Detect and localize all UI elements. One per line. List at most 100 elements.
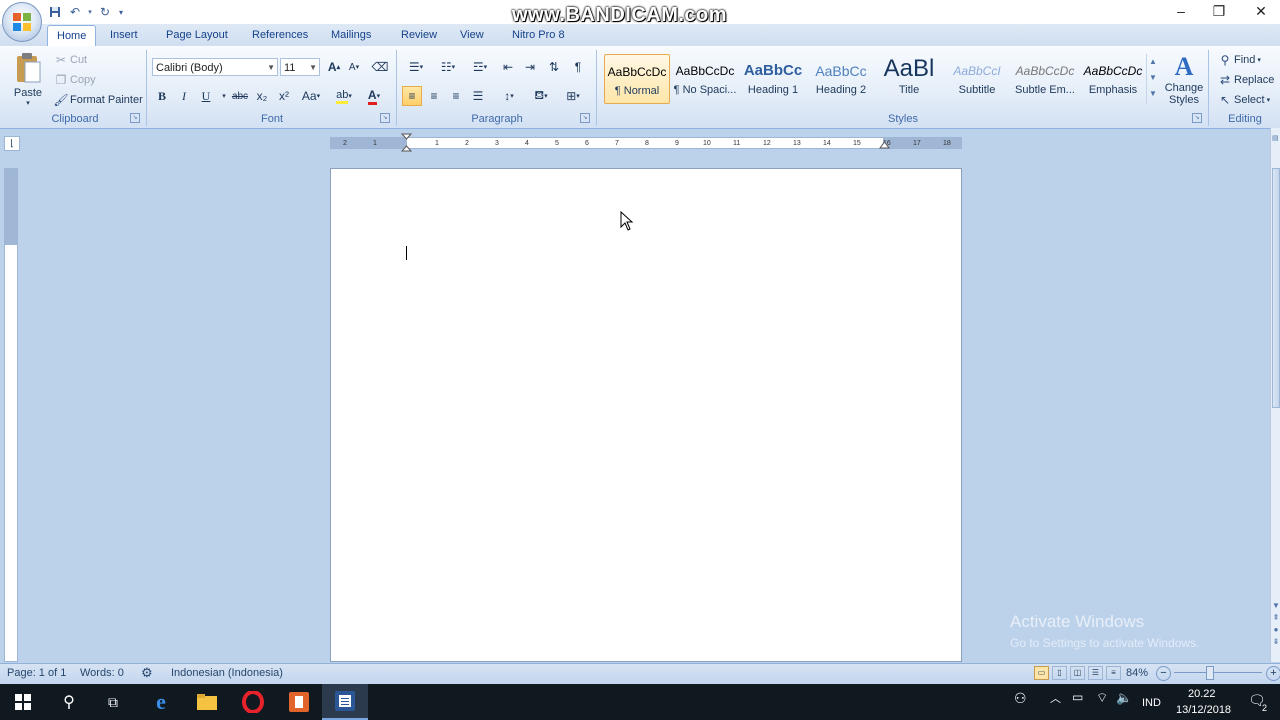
save-icon[interactable] [46, 4, 64, 20]
style-emphasis[interactable]: AaBbCcDc Emphasis [1080, 54, 1146, 104]
chevron-down-icon[interactable]: ▼ [1147, 70, 1159, 86]
people-icon[interactable]: ⚇ [1014, 690, 1027, 707]
select-button[interactable]: ↖ Select ▾ [1216, 90, 1270, 110]
clear-formatting-button[interactable]: ⌫ [370, 57, 390, 77]
font-size-combo[interactable]: 11 ▼ [280, 58, 320, 76]
tab-mailings[interactable]: Mailings [322, 25, 380, 45]
vertical-ruler[interactable] [4, 168, 18, 662]
tab-nitro-pro[interactable]: Nitro Pro 8 [503, 25, 574, 45]
borders-button[interactable]: ⊞ ▾ [560, 86, 586, 106]
horizontal-ruler[interactable]: 2 1 1 2 3 4 5 6 7 8 9 10 11 12 13 14 15 … [330, 137, 962, 149]
undo-icon[interactable]: ↶ [66, 4, 84, 20]
tab-insert[interactable]: Insert [101, 25, 147, 45]
tab-home[interactable]: Home [47, 25, 97, 46]
word-button[interactable] [322, 684, 368, 720]
justify-button[interactable]: ☰ [468, 86, 488, 106]
zoom-slider[interactable] [1174, 672, 1262, 673]
zoom-slider-thumb[interactable] [1206, 666, 1214, 680]
search-button[interactable]: ⚲ [46, 684, 92, 720]
multilevel-list-button[interactable]: ☲ ▾ [466, 57, 494, 77]
word-count[interactable]: Words: 0 [80, 667, 124, 679]
start-button[interactable] [0, 684, 46, 720]
clipboard-launcher-icon[interactable]: ↘ [130, 113, 140, 123]
numbering-button[interactable]: ☷ ▾ [434, 57, 462, 77]
tab-references[interactable]: References [243, 25, 317, 45]
close-button[interactable]: ✕ [1238, 0, 1280, 22]
change-case-button[interactable]: Aa ▾ [298, 86, 324, 106]
language-indicator[interactable]: Indonesian (Indonesia) [171, 667, 283, 679]
full-screen-reading-icon[interactable]: ▯ [1052, 666, 1067, 680]
customize-qat-icon[interactable]: ▾ [116, 4, 126, 20]
scroll-down-icon[interactable]: ▼ [1271, 600, 1280, 612]
tab-selector[interactable]: ⌊ [4, 136, 20, 151]
styles-gallery-scroll[interactable]: ▲ ▼ ▼ [1146, 54, 1159, 104]
align-right-button[interactable]: ≡ [446, 86, 466, 106]
powerpoint-button[interactable] [276, 684, 322, 720]
clock-date[interactable]: 13/12/2018 [1176, 704, 1231, 716]
format-painter-button[interactable]: 🖌 Format Painter [52, 90, 142, 110]
input-language[interactable]: IND [1142, 697, 1161, 709]
page-count[interactable]: Page: 1 of 1 [7, 667, 66, 679]
office-button[interactable] [2, 2, 42, 42]
print-layout-icon[interactable]: ▭ [1034, 666, 1049, 680]
replace-button[interactable]: ⇄ Replace [1216, 70, 1274, 90]
align-left-button[interactable]: ≡ [402, 86, 422, 106]
style-title[interactable]: AaBl Title [876, 54, 942, 104]
shading-button[interactable]: ⛾ ▾ [528, 86, 554, 106]
previous-page-icon[interactable]: ⇞ [1271, 612, 1280, 624]
bullets-button[interactable]: ☰ ▾ [402, 57, 430, 77]
network-icon[interactable]: ⌔ [1096, 690, 1108, 706]
volume-icon[interactable]: 🔈 [1116, 690, 1132, 706]
paste-dropdown-icon[interactable]: ▾ [8, 99, 48, 107]
font-color-button[interactable]: A ▾ [360, 86, 388, 106]
battery-icon[interactable]: ▭ [1072, 690, 1083, 704]
restore-button[interactable]: ❐ [1196, 0, 1242, 22]
show-hidden-icons[interactable]: ︿ [1050, 690, 1061, 706]
right-indent-marker-icon[interactable] [879, 140, 890, 152]
strikethrough-button[interactable]: abc [230, 86, 250, 106]
draft-icon[interactable]: ≡ [1106, 666, 1121, 680]
tab-page-layout[interactable]: Page Layout [157, 25, 237, 45]
select-browse-object-icon[interactable]: ● [1271, 624, 1280, 636]
style-no-spacing[interactable]: AaBbCcDc ¶ No Spaci... [672, 54, 738, 104]
cut-button[interactable]: ✂ Cut [52, 50, 87, 70]
sort-button[interactable]: ⇅ [544, 57, 564, 77]
copy-button[interactable]: ❐ Copy [52, 70, 96, 90]
style-heading-2[interactable]: AaBbCc Heading 2 [808, 54, 874, 104]
view-ruler-icon[interactable]: ▤ [1272, 134, 1280, 144]
zoom-out-icon[interactable]: − [1156, 666, 1171, 681]
more-styles-icon[interactable]: ▼ [1147, 86, 1159, 102]
tab-review[interactable]: Review [392, 25, 446, 45]
zoom-level[interactable]: 84% [1126, 667, 1148, 679]
web-layout-icon[interactable]: ◫ [1070, 666, 1085, 680]
font-name-combo[interactable]: Calibri (Body) ▼ [152, 58, 278, 76]
clock-time[interactable]: 20.22 [1188, 688, 1216, 700]
style-heading-1[interactable]: AaBbCc Heading 1 [740, 54, 806, 104]
zoom-in-icon[interactable]: + [1266, 666, 1280, 681]
font-launcher-icon[interactable]: ↘ [380, 113, 390, 123]
style-normal[interactable]: AaBbCcDc ¶ Normal [604, 54, 670, 104]
line-spacing-button[interactable]: ↕ ▾ [496, 86, 522, 106]
subscript-button[interactable]: x₂ [252, 86, 272, 106]
undo-dropdown-icon[interactable]: ▾ [86, 4, 94, 20]
next-page-icon[interactable]: ⇟ [1271, 636, 1280, 648]
superscript-button[interactable]: x² [274, 86, 294, 106]
italic-button[interactable]: I [174, 86, 194, 106]
task-view-button[interactable]: ⧉ [90, 684, 136, 720]
file-explorer-button[interactable] [184, 684, 230, 720]
style-subtitle[interactable]: AaBbCcI Subtitle [944, 54, 1010, 104]
highlight-button[interactable]: ab ▾ [330, 86, 358, 106]
opera-button[interactable] [230, 684, 276, 720]
indent-marker-icon[interactable] [401, 133, 412, 153]
proofing-icon[interactable]: ⚙ [141, 665, 153, 681]
paragraph-launcher-icon[interactable]: ↘ [580, 113, 590, 123]
shrink-font-button[interactable]: A ▾ [344, 57, 364, 77]
chevron-up-icon[interactable]: ▲ [1147, 54, 1159, 70]
styles-launcher-icon[interactable]: ↘ [1192, 113, 1202, 123]
bold-button[interactable]: B [152, 86, 172, 106]
vertical-scrollbar[interactable]: ▤ ▼ ⇞ ● ⇟ [1270, 128, 1280, 662]
style-subtle-emphasis[interactable]: AaBbCcDc Subtle Em... [1012, 54, 1078, 104]
grow-font-button[interactable]: A ▴ [324, 57, 344, 77]
tab-view[interactable]: View [451, 25, 493, 45]
paste-button[interactable]: Paste ▾ [8, 52, 48, 108]
